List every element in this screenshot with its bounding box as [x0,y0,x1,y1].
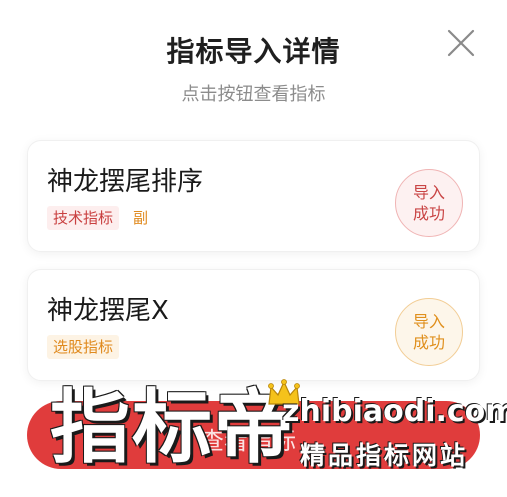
indicator-tags: 技术指标 副 [47,206,154,230]
indicator-sub-tag: 副 [133,209,149,227]
dialog-title: 指标导入详情 [166,35,341,68]
import-status-badge[interactable]: 导入 成功 [395,298,463,366]
indicator-card[interactable]: 神龙摆尾X 选股指标 导入 成功 [27,269,480,381]
status-line2: 成功 [412,204,445,223]
close-button[interactable] [444,26,478,60]
indicator-type-tag: 技术指标 [47,206,120,230]
indicator-card[interactable]: 神龙摆尾排序 技术指标 副 导入 成功 [27,140,480,252]
indicator-tags: 选股指标 [47,335,120,359]
import-details-dialog: 指标导入详情 点击按钮查看指标 神龙摆尾排序 技术指标 副 导入 成功 神龙摆尾… [0,0,507,497]
indicator-name: 神龙摆尾X [47,296,169,326]
watermark-slogan: 精品指标网站 [300,441,469,470]
close-icon [447,29,475,57]
status-line2: 成功 [412,333,445,352]
indicator-name: 神龙摆尾排序 [47,167,204,197]
import-status-badge[interactable]: 导入 成功 [395,169,463,237]
watermark-logo-text: 指标帝 [50,381,296,474]
indicator-type-tag: 选股指标 [47,335,120,359]
dialog-subtitle: 点击按钮查看指标 [181,84,326,105]
watermark-url: zhibiaodi.com [282,394,507,429]
status-line1: 导入 [412,183,445,202]
status-line1: 导入 [412,312,445,331]
